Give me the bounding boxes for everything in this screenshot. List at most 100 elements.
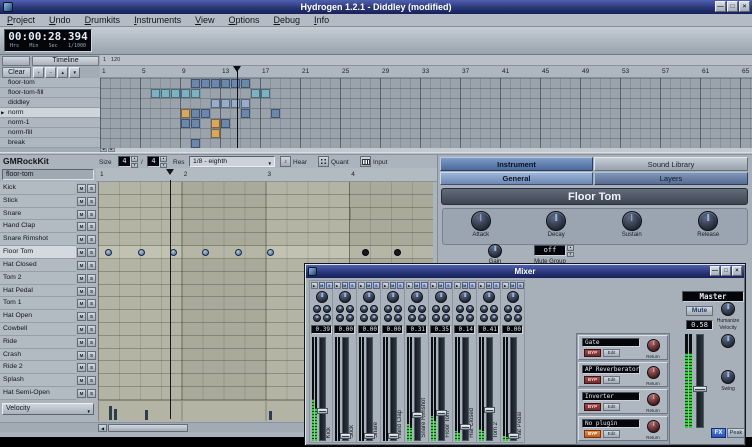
mixer-channel-strip[interactable]: ▶ M S 0.39 Kick	[309, 280, 333, 443]
channel-mute-button[interactable]: M	[389, 282, 396, 289]
volume-fader-handle[interactable]	[460, 424, 471, 431]
song-pattern-cell[interactable]	[241, 79, 250, 88]
channel-mute-button[interactable]: M	[341, 282, 348, 289]
fx-name-display[interactable]: Inverter	[582, 392, 640, 401]
channel-play-icon[interactable]: ▶	[478, 282, 485, 289]
note-grid[interactable]	[98, 207, 433, 221]
quantize-button[interactable]	[318, 156, 329, 167]
instrument-mute-button[interactable]: M	[77, 299, 86, 309]
fx-send-knob[interactable]	[418, 305, 426, 313]
fx-send-knob[interactable]	[456, 305, 464, 313]
song-pattern-cell[interactable]	[191, 139, 200, 148]
fx-send-knob[interactable]	[442, 314, 450, 322]
channel-solo-button[interactable]: S	[469, 282, 476, 289]
size-denominator-field[interactable]: 4	[147, 156, 160, 167]
swing-knob[interactable]	[721, 370, 735, 384]
fx-send-knob[interactable]	[408, 305, 416, 313]
pan-knob[interactable]	[411, 291, 423, 303]
song-pattern-cell[interactable]	[191, 109, 200, 118]
pan-knob[interactable]	[387, 291, 399, 303]
mixer-title-bar[interactable]: Mixer — □ ×	[306, 265, 744, 278]
channel-mute-button[interactable]: M	[437, 282, 444, 289]
fx-send-knob[interactable]	[432, 314, 440, 322]
minimize-icon[interactable]: —	[715, 1, 726, 12]
title-bar[interactable]: Hydrogen 1.2.1 - Diddley (modified) — □ …	[0, 0, 752, 14]
mixer-channel-strip[interactable]: ▶ M S 0.31 Snare Rimshot	[405, 280, 429, 443]
instrument-mute-button[interactable]: M	[77, 363, 86, 373]
pan-knob[interactable]	[507, 291, 519, 303]
instrument-row[interactable]: Stick M S	[0, 194, 437, 208]
channel-mute-button[interactable]: M	[318, 282, 325, 289]
humanize-velocity-knob[interactable]	[721, 302, 735, 316]
fx-edit-button[interactable]: Edit	[603, 403, 620, 411]
channel-solo-button[interactable]: S	[349, 282, 356, 289]
song-pattern-cell[interactable]	[191, 119, 200, 128]
channel-solo-button[interactable]: S	[517, 282, 524, 289]
note-grid[interactable]	[98, 194, 433, 208]
instrument-mute-button[interactable]: M	[77, 260, 86, 270]
song-pattern-cell[interactable]	[221, 99, 230, 108]
menu-item-instruments[interactable]: Instruments	[127, 14, 188, 27]
maximize-icon[interactable]: □	[727, 1, 738, 12]
instrument-mute-button[interactable]: M	[77, 222, 86, 232]
song-pattern-cell[interactable]	[191, 89, 200, 98]
instrument-solo-button[interactable]: S	[87, 222, 96, 232]
note-dot[interactable]	[105, 249, 113, 257]
master-mute-button[interactable]: Mute	[686, 306, 713, 316]
mixer-channel-strip[interactable]: ▶ M S 0.00 Hat Pedal	[501, 280, 525, 443]
note-grid[interactable]	[98, 246, 433, 259]
song-pattern-cell[interactable]	[221, 79, 230, 88]
menu-item-debug[interactable]: Debug	[267, 14, 308, 27]
volume-fader-handle[interactable]	[508, 433, 519, 439]
fx-bypass-button[interactable]: BYP	[584, 376, 601, 384]
tab-layers[interactable]: Layers	[594, 172, 748, 185]
channel-play-icon[interactable]: ▶	[382, 282, 389, 289]
tab-sound-library[interactable]: Sound Library	[594, 157, 748, 171]
fx-send-knob[interactable]	[466, 314, 474, 322]
instrument-solo-button[interactable]: S	[87, 363, 96, 373]
fx-send-knob[interactable]	[370, 305, 378, 313]
instrument-solo-button[interactable]: S	[87, 248, 96, 258]
instrument-mute-button[interactable]: M	[77, 184, 86, 193]
instrument-mute-button[interactable]: M	[77, 324, 86, 334]
pattern-row[interactable]: ▶break	[0, 138, 100, 148]
note-property-select[interactable]: Velocity ▼	[2, 403, 94, 415]
song-sequence-grid[interactable]	[100, 78, 752, 148]
note-grid[interactable]	[98, 233, 433, 247]
volume-fader-handle[interactable]	[388, 433, 399, 439]
note-grid[interactable]	[98, 220, 433, 234]
instrument-row[interactable]: Snare M S	[0, 207, 437, 221]
song-pattern-cell[interactable]	[251, 89, 260, 98]
instrument-solo-button[interactable]: S	[87, 235, 96, 245]
channel-solo-button[interactable]: S	[373, 282, 380, 289]
volume-fader-handle[interactable]	[484, 406, 495, 413]
pattern-row[interactable]: ▶norm-fill	[0, 128, 100, 138]
maximize-icon[interactable]: □	[721, 266, 731, 276]
channel-play-icon[interactable]: ▶	[334, 282, 341, 289]
channel-solo-button[interactable]: S	[397, 282, 404, 289]
fx-send-knob[interactable]	[504, 314, 512, 322]
channel-solo-button[interactable]: S	[445, 282, 452, 289]
song-editor-stub-button[interactable]	[2, 56, 30, 66]
song-playhead-marker-icon[interactable]	[233, 66, 241, 72]
menu-item-view[interactable]: View	[188, 14, 221, 27]
pan-knob[interactable]	[483, 291, 495, 303]
fx-edit-button[interactable]: Edit	[603, 349, 620, 357]
fx-send-knob[interactable]	[313, 305, 321, 313]
fx-send-knob[interactable]	[418, 314, 426, 322]
song-pattern-cell[interactable]	[231, 99, 240, 108]
attack-knob[interactable]	[470, 211, 491, 231]
master-fader-handle[interactable]	[693, 385, 707, 392]
velocity-bar[interactable]	[268, 411, 272, 420]
instrument-solo-button[interactable]: S	[87, 286, 96, 296]
show-fx-button[interactable]: FX	[711, 428, 726, 438]
instrument-mute-button[interactable]: M	[77, 350, 86, 360]
song-pattern-cell[interactable]	[181, 119, 190, 128]
fx-edit-button[interactable]: Edit	[603, 430, 620, 438]
instrument-solo-button[interactable]: S	[87, 299, 96, 309]
velocity-bar[interactable]	[109, 405, 113, 420]
pattern-row[interactable]: ▶floor-tom	[0, 78, 100, 88]
instrument-mute-button[interactable]: M	[77, 248, 86, 258]
pattern-row[interactable]: ▶norm-1	[0, 118, 100, 128]
song-pattern-cell[interactable]	[211, 119, 220, 128]
